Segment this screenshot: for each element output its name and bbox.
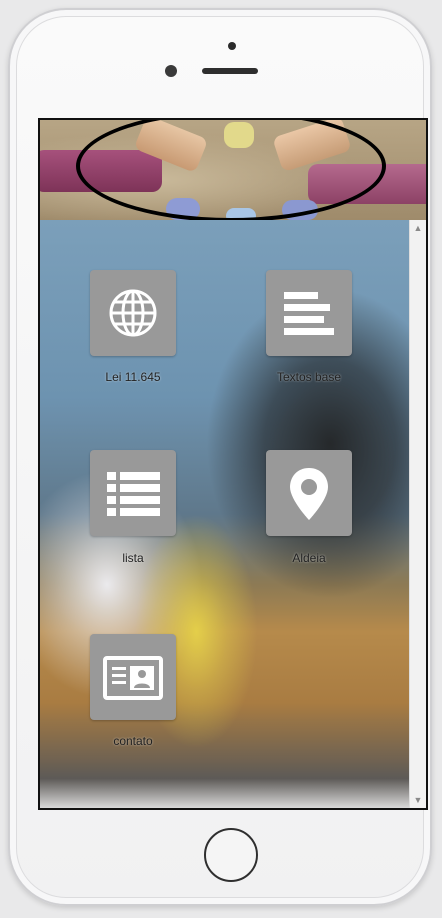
- app-screen: Lei 11.645 Textos base lista Aldeia cont…: [38, 118, 428, 810]
- scroll-up-arrow-icon[interactable]: ▲: [410, 220, 426, 236]
- menu-button-textos-base[interactable]: [266, 270, 352, 356]
- earpiece-speaker: [202, 68, 258, 74]
- header-banner-image: [40, 120, 426, 220]
- list-icon: [107, 472, 160, 516]
- menu-button-lei[interactable]: [90, 270, 176, 356]
- phone-frame: Lei 11.645 Textos base lista Aldeia cont…: [8, 8, 432, 906]
- menu-button-lista[interactable]: [90, 450, 176, 536]
- front-camera: [165, 65, 177, 77]
- menu-button-contato[interactable]: [90, 634, 176, 720]
- menu-label-aldeia: Aldeia: [292, 551, 326, 565]
- home-button[interactable]: [204, 828, 258, 882]
- vertical-scrollbar[interactable]: ▲ ▼: [409, 220, 426, 808]
- contact-card-icon: [103, 656, 163, 700]
- map-pin-icon: [290, 468, 328, 520]
- menu-label-textos-base: Textos base: [276, 370, 342, 384]
- proximity-sensor: [228, 42, 236, 50]
- menu-label-lei: Lei 11.645: [105, 370, 161, 384]
- menu-label-contato: contato: [113, 734, 153, 748]
- scroll-down-arrow-icon[interactable]: ▼: [410, 792, 426, 808]
- text-lines-icon: [284, 292, 334, 335]
- highlight-ellipse: [76, 120, 386, 220]
- globe-icon: [109, 289, 157, 337]
- menu-label-lista: lista: [122, 551, 144, 565]
- menu-button-aldeia[interactable]: [266, 450, 352, 536]
